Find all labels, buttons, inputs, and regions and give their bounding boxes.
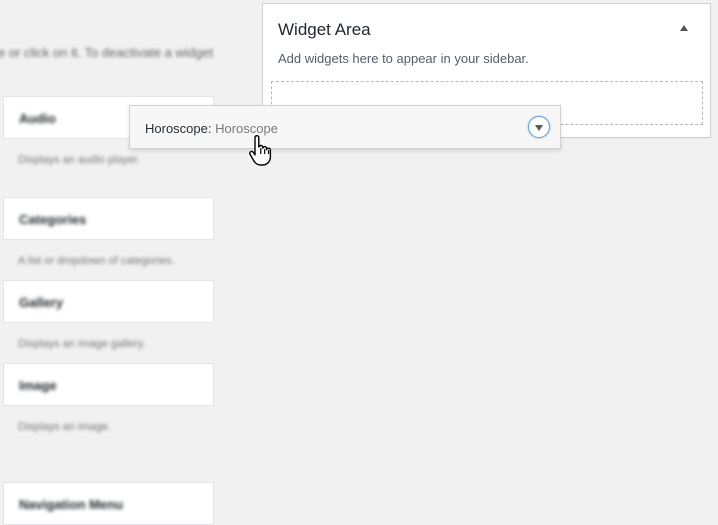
widget-area-description: Add widgets here to appear in your sideb… bbox=[278, 51, 529, 66]
widget-categories[interactable]: Categories bbox=[3, 197, 214, 240]
dragged-widget-title: Horoscope: Horoscope bbox=[145, 121, 278, 136]
widget-instance-title: Horoscope bbox=[215, 121, 278, 136]
widget-title: Navigation Menu bbox=[19, 497, 124, 512]
widget-gallery[interactable]: Gallery bbox=[3, 280, 214, 323]
widget-title: Audio bbox=[19, 111, 56, 126]
widget-description: Displays an image. bbox=[18, 421, 111, 433]
widget-title: Categories bbox=[19, 212, 87, 227]
chevron-down-icon bbox=[535, 125, 543, 131]
widget-description: A list or dropdown of categories. bbox=[18, 255, 175, 267]
dragged-widget-horoscope[interactable]: Horoscope: Horoscope bbox=[129, 105, 561, 149]
widget-toggle-button[interactable] bbox=[528, 116, 550, 138]
widget-navigation-menu[interactable]: Navigation Menu bbox=[3, 482, 214, 525]
widget-image[interactable]: Image bbox=[3, 363, 214, 406]
widget-name: Horoscope: bbox=[145, 121, 212, 136]
widgets-instructions: e or click on it. To deactivate a widget bbox=[0, 45, 214, 60]
widget-title: Gallery bbox=[19, 295, 64, 310]
triangle-up-icon[interactable] bbox=[680, 25, 688, 31]
widget-description: Displays an audio player. bbox=[18, 154, 141, 166]
widget-description: Displays an image gallery. bbox=[18, 338, 146, 350]
widget-area-title[interactable]: Widget Area bbox=[278, 20, 371, 40]
widget-title: Image bbox=[19, 378, 57, 393]
